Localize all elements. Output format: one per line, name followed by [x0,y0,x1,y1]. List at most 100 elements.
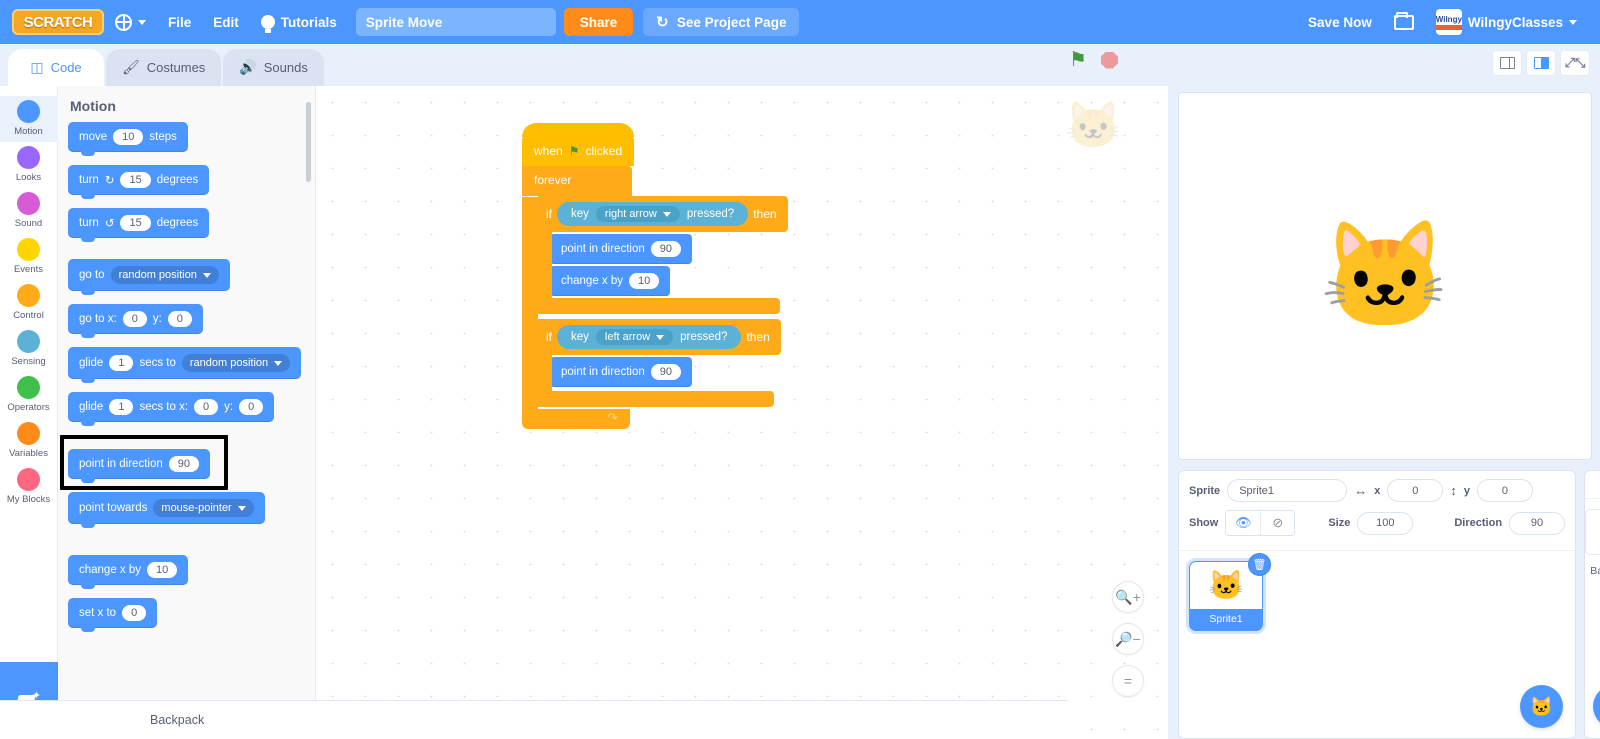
category-operators[interactable]: Operators [0,372,58,418]
palette-scrollbar[interactable] [306,102,311,182]
tab-code[interactable]: ◫ Code [8,49,104,86]
category-variables[interactable]: Variables [0,418,58,464]
block-input[interactable]: 10 [629,273,660,289]
small-stage-button[interactable] [1492,50,1522,76]
sound-color-dot [17,192,40,215]
category-sensing[interactable]: Sensing [0,326,58,372]
scratch-cat[interactable]: 🐱 [1320,215,1451,338]
palette-block-turn-right[interactable]: turn ↻ 15 degrees [68,165,210,199]
save-now-button[interactable]: Save Now [1297,0,1383,44]
zoom-reset-icon[interactable]: = [1112,665,1144,697]
block-input[interactable]: 0 [122,605,147,621]
block-point-in-direction-1[interactable]: point in direction 90 [550,234,692,264]
category-motion[interactable]: Motion [0,96,58,142]
palette-block-point-towards[interactable]: point towards mouse-pointer [68,492,265,528]
category-control[interactable]: Control [0,280,58,326]
block-if-then-1[interactable]: if key right arrow pressed? then point i… [538,196,788,314]
palette-block-glide-to[interactable]: glide 1 secs to random position [68,347,302,383]
size-input[interactable]: 100 [1357,511,1414,535]
block-if-then-2[interactable]: if key left arrow pressed? then point in… [538,319,788,407]
category-my-blocks[interactable]: My Blocks [0,464,58,510]
block-dropdown[interactable]: mouse-pointer [153,499,254,517]
palette-block-turn-left[interactable]: turn ↺ 15 degrees [68,208,210,242]
fullscreen-button[interactable]: ⤢⤡ [1560,50,1590,76]
block-palette-list: Motion move 10 steps turn ↻ 15 degrees t… [58,86,315,641]
palette-block-move[interactable]: move 10 steps [68,122,188,156]
block-forever[interactable]: forever if key right arrow pressed? then… [522,166,788,429]
tab-costumes[interactable]: 🖌 Costumes [106,49,222,86]
stage-thumbnail[interactable] [1585,509,1600,555]
block-input[interactable]: 1 [109,355,134,371]
palette-block-change-x-by[interactable]: change x by 10 [68,555,189,589]
see-project-page-button[interactable]: ↺ See Project Page [643,8,800,36]
palette-block-go-to-xy[interactable]: go to x: 0 y: 0 [68,304,203,338]
my-stuff-button[interactable] [1383,0,1425,44]
sprite-name-input[interactable]: Sprite1 [1227,479,1348,502]
stop-sign-icon[interactable] [1100,51,1118,69]
block-input[interactable]: 0 [167,311,192,327]
choose-sprite-icon[interactable]: 🐱 [1520,685,1564,728]
block-when-flag-clicked[interactable]: when ⚑ clicked [522,123,635,166]
stage-canvas[interactable]: 🐱 [1178,92,1592,460]
block-input[interactable]: 15 [120,172,151,188]
large-stage-button[interactable] [1526,50,1556,76]
palette-block-point-in-direction[interactable]: point in direction 90 [68,449,210,483]
menu-file[interactable]: File [157,0,202,44]
block-key-pressed-1[interactable]: key right arrow pressed? [557,202,749,226]
block-label: go to x: [79,313,117,325]
block-input[interactable]: 10 [147,562,178,578]
category-control-label: Control [13,310,44,321]
block-palette[interactable]: Motion move 10 steps turn ↻ 15 degrees t… [58,86,316,739]
sprite-item-sprite1[interactable]: 🗑 🐱 Sprite1 [1189,553,1271,631]
code-workspace[interactable]: 🐱 when ⚑ clicked forever if key right ar… [316,86,1168,739]
block-dropdown[interactable]: random position [181,354,291,372]
category-events[interactable]: Events [0,234,58,280]
share-button[interactable]: Share [563,8,634,36]
block-input[interactable]: 0 [122,311,147,327]
direction-input[interactable]: 90 [1509,511,1566,535]
block-input[interactable]: 0 [194,399,219,415]
palette-block-set-x-to[interactable]: set x to 0 [68,598,158,632]
block-change-x-by-1[interactable]: change x by 10 [550,266,671,296]
backpack-bar[interactable]: Backpack [0,700,1068,739]
block-input[interactable]: 1 [109,399,134,415]
tab-sounds[interactable]: 🔊 Sounds [223,49,324,86]
block-input[interactable]: 90 [168,456,199,472]
block-input[interactable]: 90 [650,241,681,257]
project-title-input[interactable] [355,8,556,36]
scratch-logo[interactable]: SCRATCH [12,9,104,35]
y-input[interactable]: 0 [1476,479,1533,502]
key-dropdown-2[interactable]: left arrow [595,329,674,345]
eye-icon[interactable]: 👁 [1226,511,1261,535]
key-dropdown-1[interactable]: right arrow [595,206,680,222]
block-input[interactable]: 15 [120,215,151,231]
sprite-item-label: Sprite1 [1209,613,1243,625]
tab-code-label: Code [50,60,82,75]
backpack-label[interactable]: Backpack [150,713,204,727]
account-menu[interactable]: Wilngy WilngyClasses [1425,0,1588,44]
block-input[interactable]: 0 [239,399,264,415]
zoom-in-icon[interactable]: 🔍+ [1112,581,1144,613]
script-stack[interactable]: when ⚑ clicked forever if key right arro… [522,123,788,429]
category-sound[interactable]: Sound [0,188,58,234]
zoom-out-icon[interactable]: 🔎− [1112,623,1144,655]
palette-block-go-to[interactable]: go to random position [68,259,230,295]
x-input[interactable]: 0 [1387,479,1444,502]
block-label: secs to x: [139,401,189,413]
menu-edit[interactable]: Edit [202,0,250,44]
trash-icon[interactable]: 🗑 [1248,553,1271,576]
language-selector[interactable] [104,0,157,44]
green-flag-icon[interactable]: ⚑ [1069,50,1087,70]
menu-tutorials[interactable]: Tutorials [250,0,348,44]
block-input[interactable]: 10 [113,129,144,145]
block-label: degrees [156,217,199,229]
block-point-in-direction-2[interactable]: point in direction 90 [550,357,692,387]
block-key-pressed-2[interactable]: key left arrow pressed? [557,325,742,349]
block-input[interactable]: 90 [650,364,681,380]
fullscreen-icon: ⤢⤡ [1564,55,1586,70]
eye-slash-icon[interactable]: ⊘ [1260,511,1295,535]
palette-block-glide-xy[interactable]: glide 1 secs to x: 0 y: 0 [68,392,275,426]
category-looks[interactable]: Looks [0,142,58,188]
block-dropdown[interactable]: random position [110,266,219,284]
choose-backdrop-icon[interactable]: 🖼 [1593,685,1600,728]
